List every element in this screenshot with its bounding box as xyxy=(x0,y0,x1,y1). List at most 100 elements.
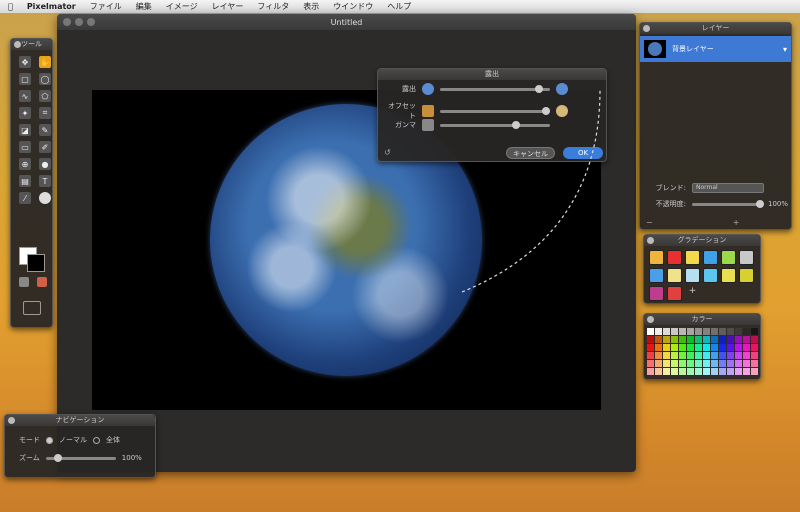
palette-color-cell[interactable] xyxy=(663,328,670,335)
eraser-icon[interactable]: ▭ xyxy=(19,141,31,153)
palette-color-cell[interactable] xyxy=(711,360,718,367)
palette-color-cell[interactable] xyxy=(711,336,718,343)
remove-layer-button[interactable]: − xyxy=(646,218,653,227)
close-icon[interactable] xyxy=(14,41,21,48)
type-icon[interactable]: T xyxy=(39,175,51,187)
palette-color-cell[interactable] xyxy=(751,368,758,375)
palette-color-cell[interactable] xyxy=(743,360,750,367)
gradient-swatch[interactable] xyxy=(649,268,664,283)
palette-color-cell[interactable] xyxy=(743,352,750,359)
zoom-knob[interactable] xyxy=(53,453,62,462)
cancel-button[interactable]: キャンセル xyxy=(506,147,555,159)
color-palette-grid[interactable] xyxy=(644,325,760,375)
palette-color-cell[interactable] xyxy=(687,344,694,351)
palette-color-cell[interactable] xyxy=(743,368,750,375)
standard-mode-icon[interactable] xyxy=(19,277,29,287)
gradient-swatch[interactable] xyxy=(649,286,664,301)
palette-color-cell[interactable] xyxy=(679,352,686,359)
palette-color-cell[interactable] xyxy=(671,328,678,335)
background-color-swatch[interactable] xyxy=(27,254,45,272)
palette-color-cell[interactable] xyxy=(735,352,742,359)
gradient-swatch[interactable] xyxy=(739,268,754,283)
eyedropper-icon[interactable]: ⁄ xyxy=(19,192,31,204)
palette-color-cell[interactable] xyxy=(735,344,742,351)
palette-color-cell[interactable] xyxy=(687,352,694,359)
menu-app-name[interactable]: Pixelmator xyxy=(27,2,76,11)
magic-wand-icon[interactable]: ✦ xyxy=(19,107,31,119)
crop-icon[interactable]: ⌗ xyxy=(39,107,51,119)
palette-color-cell[interactable] xyxy=(663,336,670,343)
gradient-swatch[interactable] xyxy=(667,268,682,283)
add-gradient-button[interactable]: + xyxy=(685,286,700,301)
palette-color-cell[interactable] xyxy=(679,336,686,343)
palette-color-cell[interactable] xyxy=(719,368,726,375)
gradient-icon[interactable]: ▤ xyxy=(19,175,31,187)
palette-color-cell[interactable] xyxy=(719,336,726,343)
palette-color-cell[interactable] xyxy=(719,360,726,367)
palette-color-cell[interactable] xyxy=(719,328,726,335)
apple-icon[interactable]:  xyxy=(8,2,13,11)
palette-color-cell[interactable] xyxy=(711,344,718,351)
menu-window[interactable]: ウインドウ xyxy=(333,1,373,12)
palette-color-cell[interactable] xyxy=(695,360,702,367)
layer-row[interactable]: 背景レイヤー ▾ xyxy=(640,36,791,62)
palette-color-cell[interactable] xyxy=(695,344,702,351)
menu-filter[interactable]: フィルタ xyxy=(257,1,289,12)
palette-color-cell[interactable] xyxy=(655,360,662,367)
palette-color-cell[interactable] xyxy=(735,360,742,367)
close-icon[interactable] xyxy=(647,237,654,244)
palette-color-cell[interactable] xyxy=(647,344,654,351)
palette-color-cell[interactable] xyxy=(663,360,670,367)
palette-color-cell[interactable] xyxy=(751,352,758,359)
gradient-swatch[interactable] xyxy=(721,268,736,283)
palette-color-cell[interactable] xyxy=(703,336,710,343)
palette-color-cell[interactable] xyxy=(663,368,670,375)
blur-icon[interactable]: ● xyxy=(39,158,51,170)
palette-color-cell[interactable] xyxy=(647,360,654,367)
rect-select-icon[interactable]: ▢ xyxy=(19,73,31,85)
gradient-swatch[interactable] xyxy=(685,250,700,265)
gradient-swatch[interactable] xyxy=(703,268,718,283)
ok-button[interactable]: OK xyxy=(563,147,603,159)
paint-bucket-icon[interactable]: ◪ xyxy=(19,124,31,136)
palette-color-cell[interactable] xyxy=(695,328,702,335)
palette-color-cell[interactable] xyxy=(751,360,758,367)
palette-color-cell[interactable] xyxy=(679,344,686,351)
blend-mode-select[interactable]: Normal xyxy=(692,183,764,193)
palette-color-cell[interactable] xyxy=(743,336,750,343)
minimize-window-button[interactable] xyxy=(75,18,83,26)
zoom-tool-icon[interactable] xyxy=(39,192,51,204)
screen-mode-button[interactable] xyxy=(23,301,41,315)
palette-color-cell[interactable] xyxy=(647,328,654,335)
gradient-swatch[interactable] xyxy=(685,268,700,283)
gradient-swatch[interactable] xyxy=(721,250,736,265)
palette-color-cell[interactable] xyxy=(687,336,694,343)
palette-color-cell[interactable] xyxy=(743,328,750,335)
gradient-swatch[interactable] xyxy=(739,250,754,265)
palette-color-cell[interactable] xyxy=(727,344,734,351)
exposure-slider-knob[interactable] xyxy=(535,84,543,93)
gradient-swatch[interactable] xyxy=(667,250,682,265)
clone-stamp-icon[interactable]: ⊕ xyxy=(19,158,31,170)
close-window-button[interactable] xyxy=(63,18,71,26)
palette-color-cell[interactable] xyxy=(719,344,726,351)
zoom-slider[interactable] xyxy=(45,453,116,462)
palette-color-cell[interactable] xyxy=(727,328,734,335)
palette-color-cell[interactable] xyxy=(679,368,686,375)
palette-color-cell[interactable] xyxy=(687,360,694,367)
palette-color-cell[interactable] xyxy=(679,360,686,367)
palette-color-cell[interactable] xyxy=(671,336,678,343)
palette-color-cell[interactable] xyxy=(671,360,678,367)
menu-help[interactable]: ヘルプ xyxy=(387,1,411,12)
reset-icon[interactable]: ↺ xyxy=(384,148,391,157)
gradient-swatch[interactable] xyxy=(667,286,682,301)
palette-color-cell[interactable] xyxy=(727,352,734,359)
palette-color-cell[interactable] xyxy=(711,352,718,359)
opacity-slider[interactable] xyxy=(692,199,764,208)
palette-color-cell[interactable] xyxy=(711,368,718,375)
brush-icon[interactable]: ✐ xyxy=(39,141,51,153)
palette-color-cell[interactable] xyxy=(735,328,742,335)
palette-color-cell[interactable] xyxy=(647,336,654,343)
palette-color-cell[interactable] xyxy=(751,336,758,343)
quick-mask-icon[interactable] xyxy=(37,277,47,287)
